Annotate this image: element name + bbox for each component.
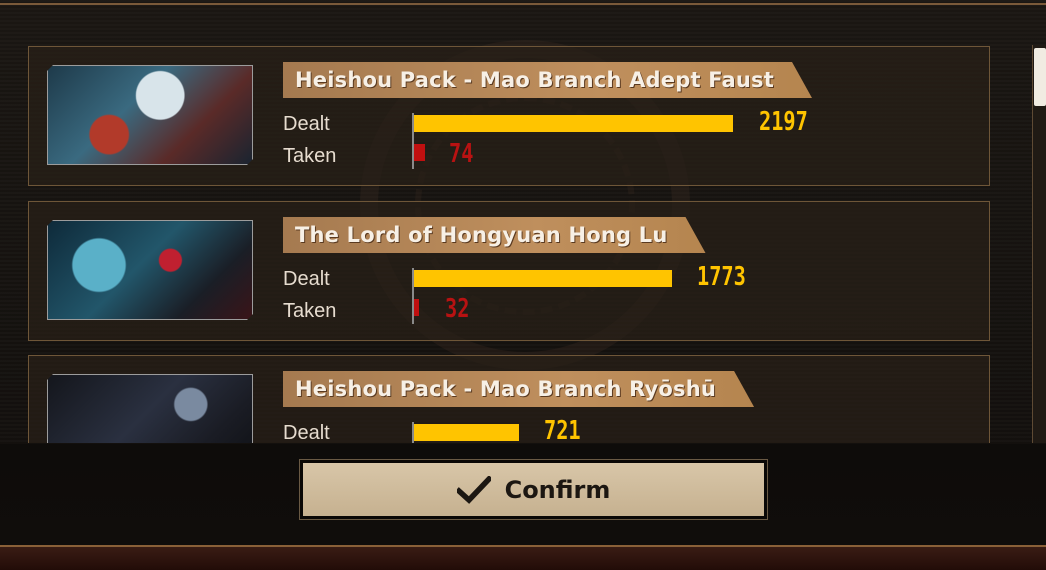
- character-name: Heishou Pack - Mao Branch Adept Faust: [295, 68, 774, 92]
- dealt-bar: [414, 270, 672, 287]
- character-portrait: [47, 374, 253, 443]
- result-card: The Lord of Hongyuan Hong Lu Dealt Taken…: [28, 201, 990, 341]
- name-plate: The Lord of Hongyuan Hong Lu: [283, 217, 706, 253]
- checkmark-icon: [456, 475, 491, 504]
- taken-label: Taken: [283, 145, 337, 167]
- character-portrait: [47, 65, 253, 165]
- character-name: Heishou Pack - Mao Branch Ryōshū: [295, 377, 717, 401]
- top-divider: [0, 3, 1046, 5]
- result-card: Heishou Pack - Mao Branch Ryōshū Dealt 7…: [28, 355, 990, 443]
- taken-label: Taken: [283, 300, 337, 322]
- dealt-bar: [414, 424, 519, 441]
- dealt-value: 721: [544, 416, 581, 443]
- dealt-label: Dealt: [283, 422, 330, 443]
- dealt-label: Dealt: [283, 113, 330, 135]
- scrollbar-thumb[interactable]: [1034, 48, 1046, 106]
- confirm-label: Confirm: [504, 475, 611, 504]
- character-portrait: [47, 220, 253, 320]
- result-card: Heishou Pack - Mao Branch Adept Faust De…: [28, 46, 990, 186]
- dealt-bar: [414, 115, 733, 132]
- dealt-value: 1773: [697, 262, 746, 292]
- taken-value: 74: [449, 139, 474, 169]
- taken-bar: [414, 299, 419, 316]
- character-name: The Lord of Hongyuan Hong Lu: [295, 223, 668, 247]
- name-plate: Heishou Pack - Mao Branch Adept Faust: [283, 62, 812, 98]
- background-strip: [0, 547, 1046, 570]
- damage-results-list[interactable]: Heishou Pack - Mao Branch Adept Faust De…: [28, 45, 992, 443]
- taken-bar: [414, 144, 425, 161]
- dealt-value: 2197: [759, 107, 808, 137]
- dealt-label: Dealt: [283, 268, 330, 290]
- taken-value: 32: [445, 294, 470, 324]
- name-plate: Heishou Pack - Mao Branch Ryōshū: [283, 371, 754, 407]
- confirm-button[interactable]: Confirm: [299, 459, 768, 520]
